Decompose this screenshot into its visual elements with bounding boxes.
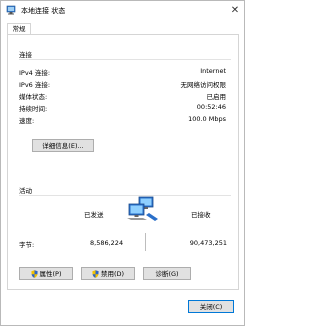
status-dialog: 本地连接 状态 ✕ 常规 连接 IPv4 连接: Internet IPv6 连… <box>0 0 245 326</box>
bytes-sent-value: 8,586,224 <box>90 239 124 247</box>
bytes-received-value: 90,473,251 <box>189 239 227 247</box>
speed-value: 100.0 Mbps <box>188 115 226 123</box>
network-activity-icon <box>127 196 158 221</box>
connection-divider <box>19 59 231 60</box>
details-button[interactable]: 详细信息(E)... <box>32 139 94 152</box>
duration-value: 00:52:46 <box>196 103 226 111</box>
close-button[interactable]: 关闭(C) <box>188 300 234 313</box>
properties-button-label: 属性(P) <box>39 270 62 278</box>
connection-section-label: 连接 <box>19 51 32 59</box>
properties-button[interactable]: 属性(P) <box>19 267 73 280</box>
sent-label: 已发送 <box>84 211 104 219</box>
speed-label: 速度: <box>19 117 35 125</box>
ipv6-label: IPv6 连接: <box>19 81 51 89</box>
title-bar: 本地连接 状态 ✕ <box>1 1 244 21</box>
ipv6-value: 无网络访问权限 <box>180 81 227 89</box>
activity-separator <box>145 233 146 251</box>
ipv4-label: IPv4 连接: <box>19 69 51 77</box>
close-icon[interactable]: ✕ <box>228 4 242 18</box>
received-label: 已接收 <box>191 211 211 219</box>
media-state-label: 媒体状态: <box>19 93 48 101</box>
window-title: 本地连接 状态 <box>21 7 66 15</box>
duration-label: 持续时间: <box>19 105 48 113</box>
bytes-label: 字节: <box>19 241 35 249</box>
activity-section-label: 活动 <box>19 187 32 195</box>
tab-panel: 连接 IPv4 连接: Internet IPv6 连接: 无网络访问权限 媒体… <box>7 34 239 290</box>
disable-button[interactable]: 禁用(D) <box>81 267 135 280</box>
media-state-value: 已启用 <box>206 93 227 101</box>
uac-shield-icon <box>30 270 38 278</box>
disable-button-label: 禁用(D) <box>100 270 125 278</box>
ipv4-value: Internet <box>200 67 226 75</box>
diagnose-button[interactable]: 诊断(G) <box>143 267 191 280</box>
network-icon <box>6 5 16 15</box>
uac-shield-icon <box>92 270 99 278</box>
